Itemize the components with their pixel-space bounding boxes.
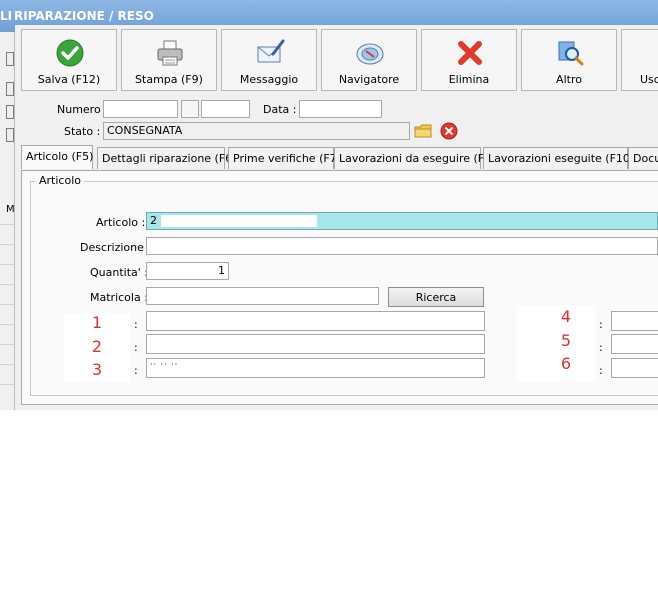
window-title: RIPARAZIONE / RESO — [14, 9, 154, 23]
navigator-button[interactable]: Navigatore — [321, 29, 417, 91]
matricola-input[interactable] — [146, 287, 379, 305]
strip-marker — [6, 128, 14, 142]
save-button[interactable]: Salva (F12) — [21, 29, 117, 91]
strip-gridline — [0, 364, 14, 365]
tab-dettagli-riparazione[interactable]: Dettagli riparazione (F6) — [97, 147, 236, 169]
tab-prime-verifiche[interactable]: Prime verifiche (F7) — [228, 147, 341, 169]
strip-gridline — [0, 304, 14, 305]
tab-lavorazioni-eseguite[interactable]: Lavorazioni eseguite (F10) — [483, 147, 634, 169]
strip-marker — [6, 52, 14, 66]
print-button[interactable]: Stampa (F9) — [121, 29, 217, 91]
custom-field-3-input[interactable]: ·· ·· ·· — [146, 358, 485, 378]
navigator-button-label: Navigatore — [338, 73, 400, 86]
background-window-strip: M — [0, 32, 15, 410]
strip-marker — [6, 82, 14, 96]
exit-button[interactable]: Usci — [621, 29, 658, 91]
strip-gridline — [0, 384, 14, 385]
strip-gridline — [0, 264, 14, 265]
quantita-label: Quantita' : — [90, 266, 148, 279]
strip-gridline — [0, 284, 14, 285]
x-icon — [458, 41, 482, 65]
strip-gridline — [0, 224, 14, 225]
custom-field-number: 1 — [64, 313, 130, 337]
main-area: Salva (F12) Stampa (F9) Messaggio Naviga… — [15, 25, 658, 410]
quantita-input[interactable]: 1 — [146, 262, 229, 280]
custom-field-number: 4 — [560, 307, 572, 326]
custom-field-6-input[interactable] — [611, 358, 658, 378]
delete-button-label: Elimina — [448, 73, 490, 86]
magnifier-icon — [558, 41, 584, 66]
articolo-value: 2 — [150, 214, 157, 227]
strip-gridline — [0, 324, 14, 325]
custom-field-5-input[interactable] — [611, 334, 658, 354]
folder-icon[interactable] — [414, 122, 432, 140]
custom-field-4-input[interactable] — [611, 311, 658, 331]
exit-button-label: Usci — [640, 73, 658, 86]
message-button[interactable]: Messaggio — [221, 29, 317, 91]
custom-field-colon: : — [599, 341, 603, 354]
custom-field-colon: : — [134, 364, 138, 377]
descrizione-input[interactable] — [146, 237, 658, 255]
stato-field: CONSEGNATA — [103, 122, 410, 140]
ricerca-button[interactable]: Ricerca — [388, 287, 484, 307]
check-icon — [56, 39, 84, 67]
data-input[interactable] — [299, 100, 382, 118]
articolo-group-title: Articolo — [36, 174, 84, 187]
delete-button[interactable]: Elimina — [421, 29, 517, 91]
stato-label: Stato : — [64, 125, 101, 138]
print-button-label: Stampa (F9) — [135, 73, 203, 86]
numero-suffix-input[interactable] — [201, 100, 250, 118]
custom-field-colon: : — [599, 364, 603, 377]
custom-field-number: 2 — [64, 337, 130, 361]
tab-lavorazioni-da-eseguire[interactable]: Lavorazioni da eseguire (F8) — [334, 147, 495, 169]
message-button-label: Messaggio — [239, 73, 299, 86]
clear-icon[interactable] — [440, 122, 458, 140]
strip-gridline — [0, 244, 14, 245]
strip-letter: M — [6, 204, 15, 215]
tab-documenti[interactable]: Docu — [628, 147, 658, 169]
strip-marker — [6, 105, 14, 119]
tab-articolo[interactable]: Articolo (F5) — [21, 145, 93, 169]
custom-field-number: 3 — [64, 360, 130, 382]
numero-label: Numero : — [57, 103, 108, 116]
numero-input[interactable] — [103, 100, 178, 118]
custom-field-1-input[interactable] — [146, 311, 485, 331]
custom-field-colon: : — [599, 318, 603, 331]
numero-lookup-button[interactable] — [181, 100, 199, 118]
custom-field-number: 5 — [560, 331, 572, 350]
other-button-label: Altro — [556, 73, 582, 86]
articolo-panel: Articolo Articolo : 2 Descrizione : Quan… — [21, 170, 658, 405]
data-label: Data : — [263, 103, 297, 116]
custom-field-2-input[interactable] — [146, 334, 485, 354]
custom-field-colon: : — [134, 318, 138, 331]
descrizione-label: Descrizione : — [80, 241, 152, 254]
compass-icon — [356, 43, 384, 65]
matricola-label: Matricola : — [90, 291, 148, 304]
custom-field-number: 6 — [560, 354, 572, 373]
redacted-block — [160, 215, 317, 227]
title-prefix: LI — [0, 9, 13, 23]
articolo-label: Articolo : — [96, 216, 146, 229]
envelope-pen-icon — [257, 39, 285, 63]
articolo-input[interactable]: 2 — [146, 212, 658, 230]
custom-field-colon: : — [134, 341, 138, 354]
other-button[interactable]: Altro — [521, 29, 617, 91]
save-button-label: Salva (F12) — [37, 73, 101, 86]
printer-icon — [157, 40, 183, 66]
strip-gridline — [0, 344, 14, 345]
